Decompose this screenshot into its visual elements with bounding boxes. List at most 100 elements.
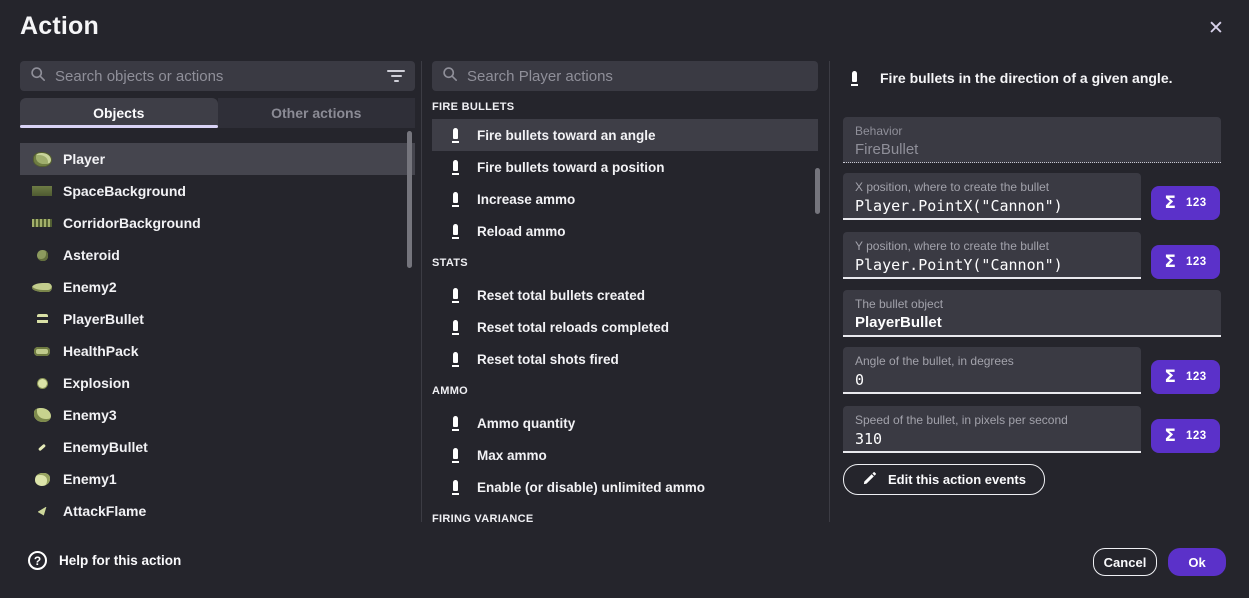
action-description: Fire bullets in the direction of a given…: [843, 70, 1173, 86]
enemy1-icon: [30, 470, 54, 488]
action-label: Increase ammo: [477, 192, 575, 207]
angle-expression-editor-button[interactable]: Σ 123: [1151, 360, 1220, 394]
bullet-icon: [452, 128, 459, 143]
filter-icon[interactable]: [387, 70, 405, 82]
search-icon: [30, 66, 46, 87]
enemy-bullet-icon: [30, 438, 54, 456]
action-item-reset-shots-fired[interactable]: Reset total shots fired: [432, 343, 818, 375]
list-item-corridorbackground[interactable]: CorridorBackground: [20, 207, 415, 239]
pencil-icon: [862, 471, 877, 489]
bullet-icon: [452, 352, 459, 367]
search-icon: [442, 66, 458, 87]
speed-value[interactable]: 310: [855, 430, 1129, 448]
list-item-asteroid[interactable]: Asteroid: [20, 239, 415, 271]
page-title: Action: [20, 12, 99, 41]
field-label: Y position, where to create the bullet: [855, 239, 1129, 253]
ok-button[interactable]: Ok: [1168, 548, 1226, 576]
enemy3-icon: [30, 406, 54, 424]
tab-objects[interactable]: Objects: [20, 98, 218, 128]
speed-expression-editor-button[interactable]: Σ 123: [1151, 419, 1220, 453]
list-item-spacebackground[interactable]: SpaceBackground: [20, 175, 415, 207]
object-list-scrollbar[interactable]: [407, 131, 412, 268]
bullet-icon: [452, 480, 459, 495]
bullet-icon: [452, 224, 459, 239]
speed-field[interactable]: Speed of the bullet, in pixels per secon…: [843, 406, 1141, 453]
action-label: Reload ammo: [477, 224, 566, 239]
object-label: Enemy3: [63, 407, 117, 423]
bullet-icon: [452, 288, 459, 303]
action-item-reload-ammo[interactable]: Reload ammo: [432, 215, 818, 247]
action-item-ammo-quantity[interactable]: Ammo quantity: [432, 407, 818, 439]
help-icon: ?: [28, 551, 47, 570]
action-config-panel: Fire bullets in the direction of a given…: [843, 0, 1229, 522]
behavior-field: Behavior FireBullet: [843, 117, 1221, 163]
bullet-icon: [452, 320, 459, 335]
actions-search-input[interactable]: [467, 68, 808, 85]
bullet-object-field[interactable]: The bullet object PlayerBullet: [843, 290, 1221, 337]
object-label: CorridorBackground: [63, 215, 201, 231]
action-label: Reset total reloads completed: [477, 320, 669, 335]
bullet-object-value[interactable]: PlayerBullet: [855, 314, 1209, 331]
action-item-increase-ammo[interactable]: Increase ammo: [432, 183, 818, 215]
objects-search-box[interactable]: [20, 61, 415, 91]
section-header-stats: STATS: [432, 247, 818, 279]
action-item-fire-bullets-angle[interactable]: Fire bullets toward an angle: [432, 119, 818, 151]
cancel-button[interactable]: Cancel: [1093, 548, 1157, 576]
actions-search-box[interactable]: [432, 61, 818, 91]
action-label: Max ammo: [477, 448, 547, 463]
asteroid-icon: [30, 246, 54, 264]
expression-123-label: 123: [1186, 197, 1207, 209]
list-item-player[interactable]: Player: [20, 143, 415, 175]
player-icon: [30, 150, 54, 168]
field-label: Speed of the bullet, in pixels per secon…: [855, 413, 1129, 427]
panel-divider: [421, 61, 422, 522]
object-label: Enemy2: [63, 279, 117, 295]
y-position-field[interactable]: Y position, where to create the bullet P…: [843, 232, 1141, 279]
field-label: Angle of the bullet, in degrees: [855, 354, 1129, 368]
field-label: X position, where to create the bullet: [855, 180, 1129, 194]
field-label: Behavior: [855, 124, 1209, 138]
list-item-enemy1[interactable]: Enemy1: [20, 463, 415, 495]
behavior-value: FireBullet: [855, 141, 1209, 158]
action-description-text: Fire bullets in the direction of a given…: [880, 70, 1173, 86]
panel-divider: [829, 61, 830, 522]
bullet-icon: [452, 192, 459, 207]
action-list: FIRE BULLETS Fire bullets toward an angl…: [432, 95, 818, 522]
health-pack-icon: [30, 342, 54, 360]
list-item-healthpack[interactable]: HealthPack: [20, 335, 415, 367]
action-label: Fire bullets toward a position: [477, 160, 665, 175]
object-label: Enemy1: [63, 471, 117, 487]
list-item-attackflame[interactable]: AttackFlame: [20, 495, 415, 522]
list-item-playerbullet[interactable]: PlayerBullet: [20, 303, 415, 335]
expression-123-label: 123: [1186, 430, 1207, 442]
list-item-explosion[interactable]: Explosion: [20, 367, 415, 399]
action-item-unlimited-ammo[interactable]: Enable (or disable) unlimited ammo: [432, 471, 818, 503]
list-item-enemy3[interactable]: Enemy3: [20, 399, 415, 431]
object-list: Player SpaceBackground CorridorBackgroun…: [20, 143, 415, 522]
object-label: HealthPack: [63, 343, 138, 359]
edit-action-events-button[interactable]: Edit this action events: [843, 464, 1045, 495]
y-position-value[interactable]: Player.PointY("Cannon"): [855, 256, 1129, 274]
action-item-max-ammo[interactable]: Max ammo: [432, 439, 818, 471]
action-item-fire-bullets-position[interactable]: Fire bullets toward a position: [432, 151, 818, 183]
left-tab-bar: Objects Other actions: [20, 98, 415, 128]
object-label: Asteroid: [63, 247, 120, 263]
x-position-value[interactable]: Player.PointX("Cannon"): [855, 197, 1129, 215]
list-item-enemy2[interactable]: Enemy2: [20, 271, 415, 303]
x-expression-editor-button[interactable]: Σ 123: [1151, 186, 1220, 220]
action-item-reset-reloads-completed[interactable]: Reset total reloads completed: [432, 311, 818, 343]
action-item-reset-bullets-created[interactable]: Reset total bullets created: [432, 279, 818, 311]
object-label: AttackFlame: [63, 503, 146, 519]
tab-other-actions[interactable]: Other actions: [218, 98, 416, 128]
list-item-enemybullet[interactable]: EnemyBullet: [20, 431, 415, 463]
section-header-fire-bullets: FIRE BULLETS: [432, 95, 818, 119]
action-label: Ammo quantity: [477, 416, 575, 431]
objects-search-input[interactable]: [55, 68, 378, 85]
angle-field[interactable]: Angle of the bullet, in degrees 0: [843, 347, 1141, 394]
expression-123-label: 123: [1186, 371, 1207, 383]
x-position-field[interactable]: X position, where to create the bullet P…: [843, 173, 1141, 220]
y-expression-editor-button[interactable]: Σ 123: [1151, 245, 1220, 279]
help-link[interactable]: ? Help for this action: [28, 551, 181, 570]
angle-value[interactable]: 0: [855, 371, 1129, 389]
action-label: Reset total shots fired: [477, 352, 619, 367]
